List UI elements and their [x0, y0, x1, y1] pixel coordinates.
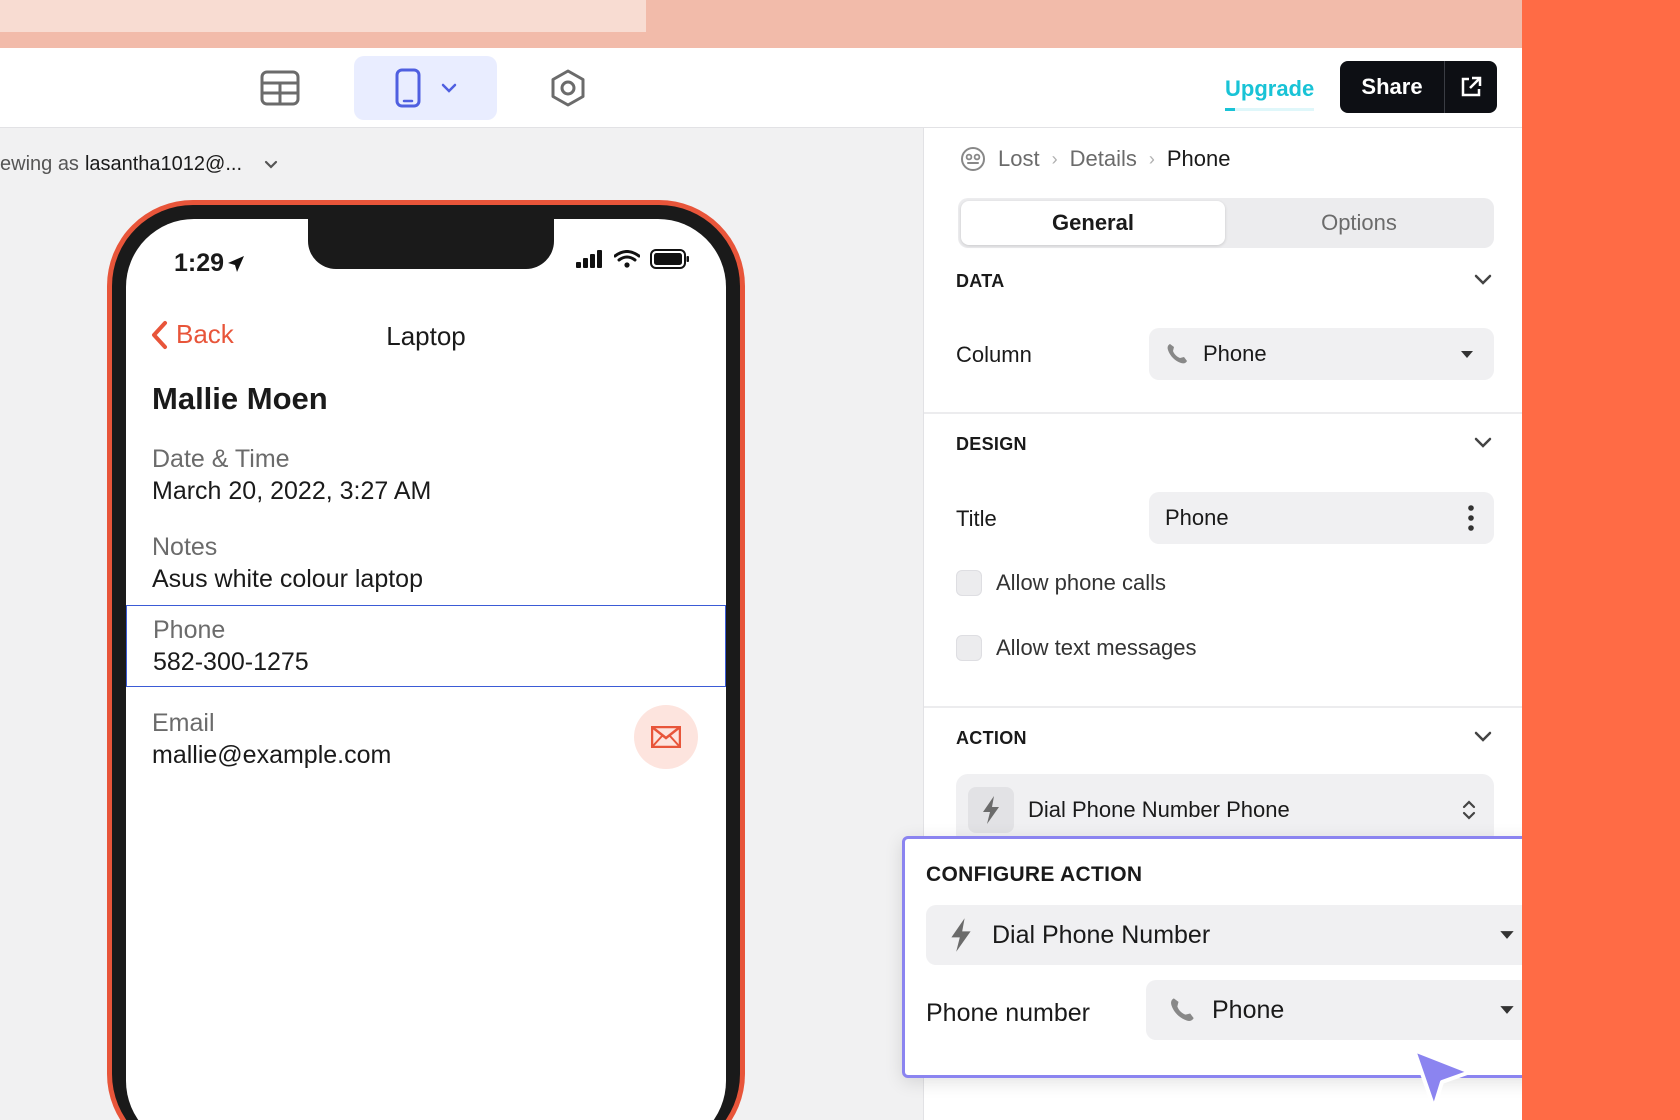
field-label: Date & Time: [152, 445, 290, 473]
phone-number-label: Phone number: [926, 999, 1091, 1027]
checkbox-label: Allow phone calls: [996, 570, 1166, 595]
column-value: Phone: [1203, 341, 1267, 366]
design-section-heading[interactable]: DESIGN: [956, 434, 1027, 455]
title-value: Phone: [1165, 505, 1229, 530]
phone-preview: 1:29 Back Laptop Mallie Moen Date & Time…: [107, 200, 745, 1120]
section-divider: [924, 412, 1522, 414]
field-date-time: Date & Time March 20, 2022, 3:27 AM: [126, 443, 726, 507]
checkbox-label: Allow text messages: [996, 635, 1197, 660]
action-type-value: Dial Phone Number: [992, 920, 1211, 949]
title-input[interactable]: Phone: [1149, 492, 1494, 544]
background-band: [1522, 0, 1680, 1120]
settings-icon[interactable]: [544, 48, 592, 128]
share-button[interactable]: Share: [1340, 61, 1497, 113]
phone-icon: [1167, 344, 1187, 364]
phone-icon: [1171, 998, 1194, 1021]
mail-icon: [651, 726, 681, 748]
allow-text-messages-checkbox[interactable]: Allow text messages: [956, 635, 1197, 661]
action-section-heading[interactable]: ACTION: [956, 728, 1027, 749]
checkbox[interactable]: [956, 570, 982, 596]
status-time: 1:29: [174, 249, 246, 278]
phone-bezel: 1:29 Back Laptop Mallie Moen Date & Time…: [112, 205, 740, 1120]
upgrade-link[interactable]: Upgrade: [1225, 76, 1315, 111]
caret-down-icon: [1500, 931, 1514, 939]
chevron-down-icon[interactable]: [1474, 437, 1492, 449]
field-label: Notes: [152, 533, 218, 561]
field-value: Asus white colour laptop: [152, 565, 423, 593]
tab-general[interactable]: General: [961, 201, 1225, 245]
chevron-right-icon: ›: [1148, 148, 1155, 169]
tab-switcher: General Options: [958, 198, 1494, 248]
field-value: March 20, 2022, 3:27 AM: [152, 477, 432, 505]
breadcrumb: Lost › Details › Phone: [960, 146, 1230, 172]
mobile-view-toggle[interactable]: [354, 56, 497, 120]
status-time-text: 1:29: [174, 249, 225, 277]
title-label: Title: [956, 506, 997, 531]
checkbox[interactable]: [956, 635, 982, 661]
field-value: 582-300-1275: [153, 648, 309, 676]
signal-icon: [576, 250, 602, 268]
bolt-icon: [951, 918, 971, 952]
viewing-as-selector[interactable]: ewing as lasantha1012@...: [0, 153, 278, 176]
share-label: Share: [1361, 74, 1423, 99]
phone-notch: [308, 219, 554, 269]
chevron-down-icon: [264, 160, 278, 169]
chevron-down-icon[interactable]: [1474, 731, 1492, 743]
phone-screen: 1:29 Back Laptop Mallie Moen Date & Time…: [126, 219, 726, 1120]
wifi-icon: [614, 250, 640, 268]
top-strip: [0, 0, 1522, 48]
field-phone-selected[interactable]: Phone 582-300-1275: [126, 605, 726, 687]
chevron-down-icon: [441, 83, 456, 93]
data-section-heading[interactable]: DATA: [956, 271, 1005, 292]
caret-down-icon: [1461, 350, 1473, 358]
column-select[interactable]: Phone: [1149, 328, 1494, 380]
chevron-right-icon: ›: [1051, 148, 1058, 169]
top-strip-inner: [0, 0, 646, 32]
action-type-select[interactable]: Dial Phone Number: [926, 905, 1522, 965]
record-name: Mallie Moen: [152, 381, 328, 416]
field-notes: Notes Asus white colour laptop: [126, 531, 726, 595]
mouse-cursor-icon: [1412, 1048, 1472, 1110]
caret-down-icon: [1500, 1006, 1514, 1014]
email-button[interactable]: [634, 705, 698, 769]
viewing-prefix: ewing as: [0, 153, 79, 175]
phone-number-value: Phone: [1212, 995, 1285, 1024]
up-down-chevron-icon: [1462, 800, 1476, 820]
configure-action-title: CONFIGURE ACTION: [926, 863, 1143, 886]
configure-action-popover: CONFIGURE ACTION Dial Phone Number Phone…: [902, 836, 1522, 1078]
table-view-icon[interactable]: [256, 48, 304, 128]
smartphone-icon: [395, 68, 420, 108]
external-link-icon[interactable]: [1445, 75, 1497, 99]
more-vertical-icon[interactable]: [1468, 505, 1474, 531]
allow-phone-calls-checkbox[interactable]: Allow phone calls: [956, 570, 1166, 596]
bolt-icon: [968, 787, 1014, 833]
app-window: Upgrade Share ewing as lasantha1012@... …: [0, 0, 1522, 1120]
breadcrumb-details[interactable]: Details: [1070, 146, 1137, 172]
section-divider: [924, 706, 1522, 708]
screen-title: Laptop: [386, 321, 466, 351]
screen-face-icon: [961, 147, 985, 171]
status-icons: [576, 249, 690, 269]
phone-nav-bar: Back Laptop: [126, 309, 726, 359]
breadcrumb-phone: Phone: [1166, 146, 1231, 171]
action-value: Dial Phone Number Phone: [1028, 797, 1290, 822]
tab-options[interactable]: Options: [1227, 201, 1491, 245]
phone-number-select[interactable]: Phone: [1146, 980, 1522, 1040]
battery-icon: [650, 249, 689, 269]
chevron-down-icon[interactable]: [1474, 274, 1492, 286]
breadcrumb-lost[interactable]: Lost: [998, 146, 1040, 172]
field-label: Phone: [153, 616, 226, 644]
column-label: Column: [956, 342, 1032, 367]
location-arrow-icon: [228, 255, 245, 272]
viewing-user: lasantha1012@...: [84, 153, 243, 175]
